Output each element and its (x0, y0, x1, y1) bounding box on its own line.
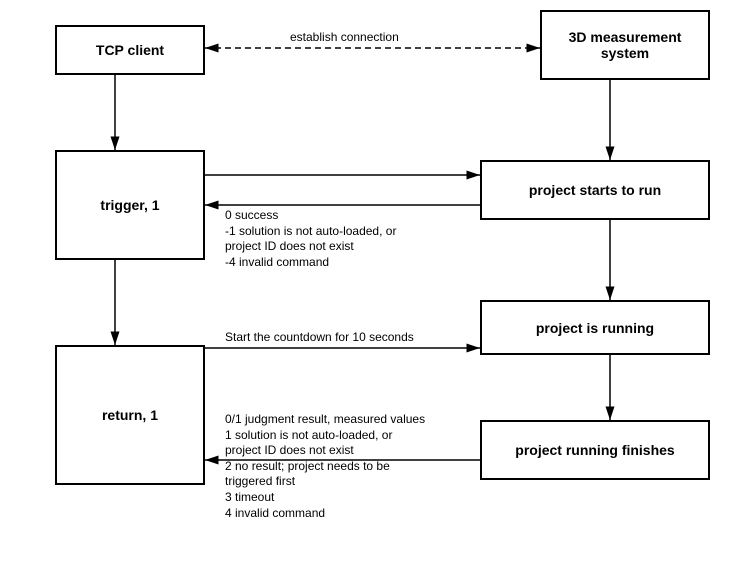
label-establish-connection: establish connection (290, 30, 399, 46)
box-label: 3D measurement system (546, 29, 704, 61)
box-trigger: trigger, 1 (55, 150, 205, 260)
box-project-starts: project starts to run (480, 160, 710, 220)
box-return: return, 1 (55, 345, 205, 485)
label-trigger-response: 0 success -1 solution is not auto-loaded… (225, 208, 396, 270)
box-label: project is running (536, 320, 654, 336)
box-label: trigger, 1 (100, 197, 159, 213)
box-tcp-client: TCP client (55, 25, 205, 75)
box-3d-system: 3D measurement system (540, 10, 710, 80)
label-countdown: Start the countdown for 10 seconds (225, 330, 414, 346)
box-label: return, 1 (102, 407, 158, 423)
box-label: TCP client (96, 42, 164, 58)
label-return-response: 0/1 judgment result, measured values 1 s… (225, 412, 425, 521)
box-label: project starts to run (529, 182, 661, 198)
box-project-finishes: project running finishes (480, 420, 710, 480)
box-project-running: project is running (480, 300, 710, 355)
box-label: project running finishes (515, 442, 674, 458)
